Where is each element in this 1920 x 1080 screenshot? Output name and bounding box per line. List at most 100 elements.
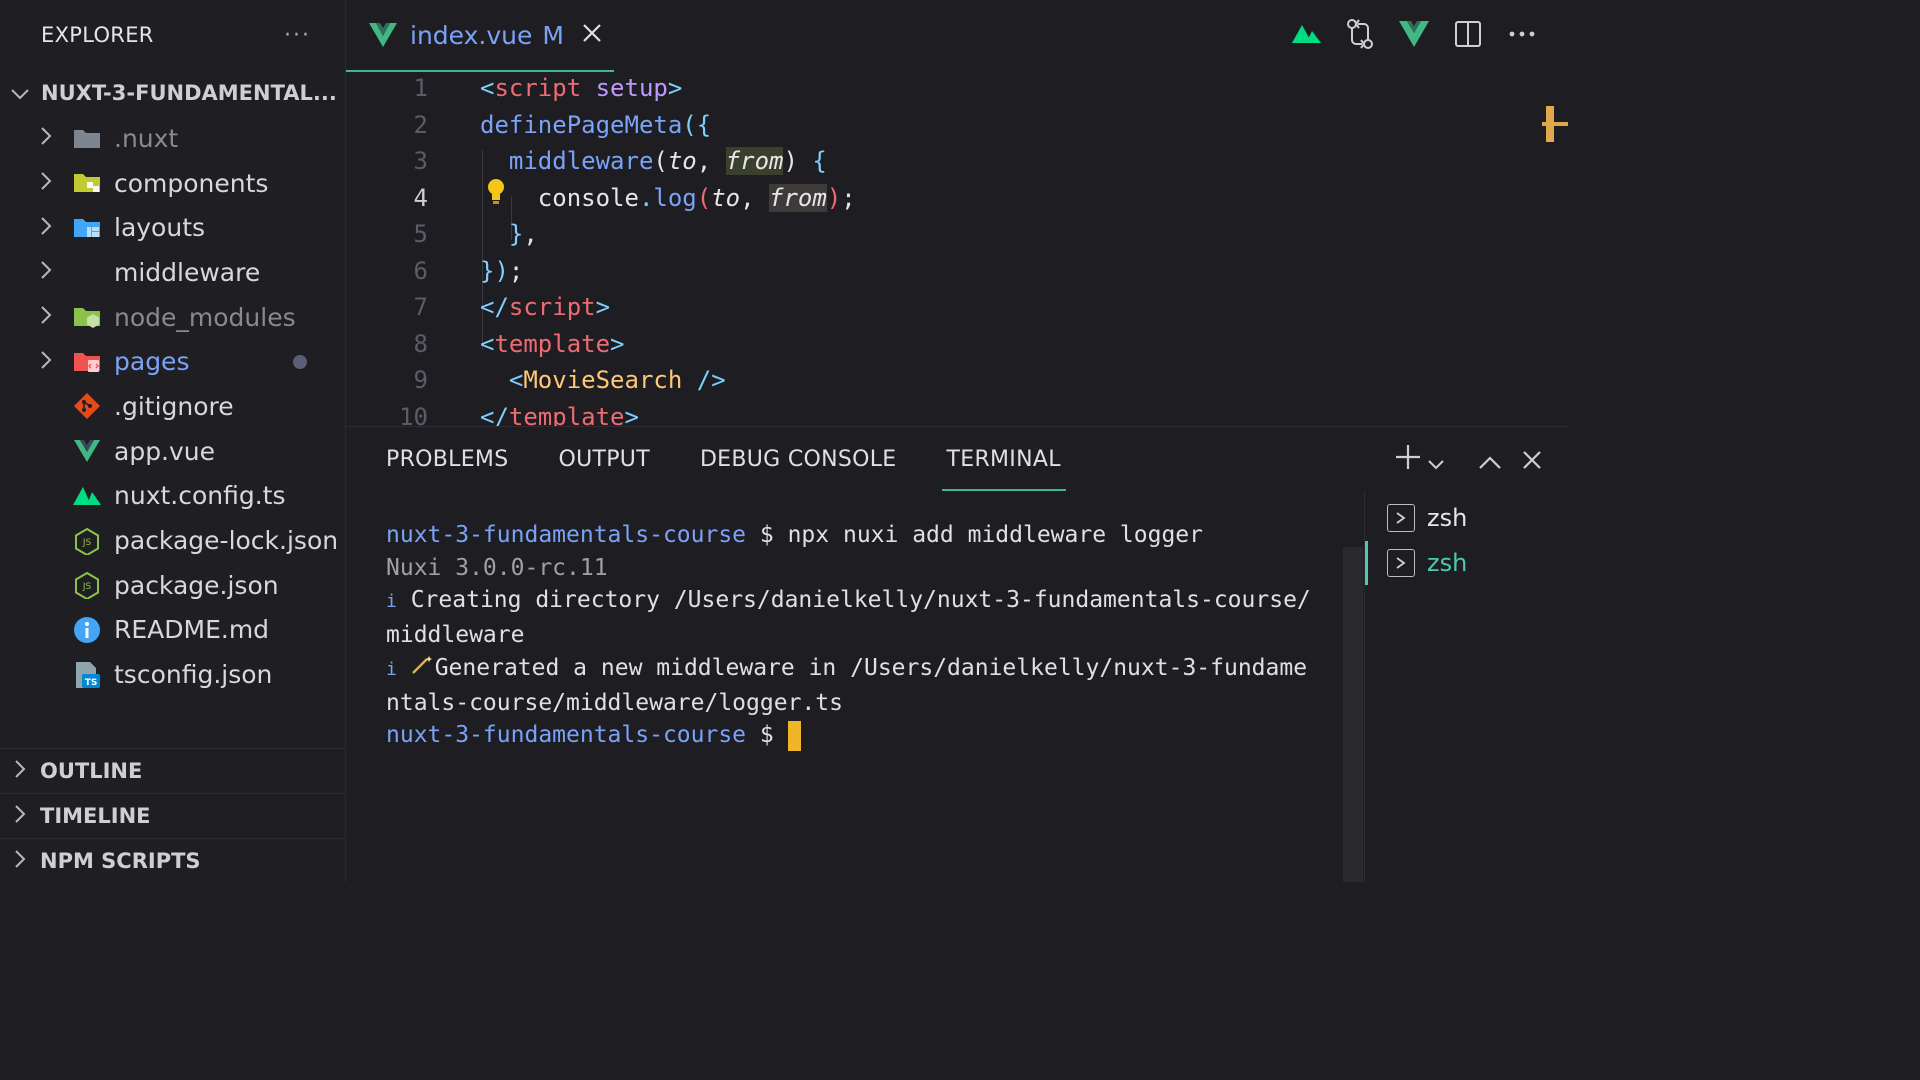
section-label: OUTLINE — [40, 759, 143, 783]
maximize-panel-icon[interactable] — [1478, 444, 1502, 477]
tab-terminal[interactable]: TERMINAL — [941, 427, 1067, 491]
new-terminal-icon[interactable] — [1394, 443, 1422, 478]
info-icon: i — [386, 591, 397, 613]
info-icon: i — [386, 658, 397, 680]
chevron-right-icon — [36, 350, 56, 374]
chevron-right-icon — [36, 305, 56, 329]
tree-item-label: package-lock.json — [114, 526, 339, 556]
git-compare-icon[interactable] — [1344, 16, 1376, 52]
folder-pages-icon — [72, 348, 102, 376]
vue-icon — [72, 437, 102, 465]
terminal-session-1[interactable]: zsh — [1387, 496, 1467, 540]
code-editor[interactable]: 1 <script setup> 2 definePageMeta({ 3 mi… — [346, 70, 1568, 426]
panel-tabs: PROBLEMS OUTPUT DEBUG CONSOLE TERMINAL — [386, 427, 1067, 491]
svg-text:TS: TS — [85, 678, 98, 688]
code-line: 5 }, — [346, 216, 538, 253]
terminal-cursor — [787, 720, 801, 751]
code-line: 10 </template> — [346, 399, 639, 426]
tree-item-label: middleware — [114, 257, 261, 287]
terminal-output[interactable]: nuxt-3-fundamentals-course $ npx nuxi ad… — [386, 519, 1326, 752]
tree-item-label: .nuxt — [114, 123, 179, 153]
section-outline[interactable]: OUTLINE — [0, 748, 345, 793]
chevron-down-icon[interactable] — [1428, 444, 1444, 477]
project-root[interactable]: NUXT-3-FUNDAMENTAL... — [0, 70, 345, 116]
tree-item-label: README.md — [114, 615, 270, 645]
tree-item-package-json[interactable]: JS package.json — [0, 563, 345, 608]
tree-item-layouts[interactable]: layouts — [0, 205, 345, 250]
tree-item-nuxt[interactable]: .nuxt — [0, 116, 345, 161]
terminal-scrollbar[interactable] — [1343, 547, 1363, 882]
tree-item-node-modules[interactable]: node_modules — [0, 295, 345, 340]
line-number: 10 — [399, 402, 428, 426]
code-line: 1 <script setup> — [346, 70, 683, 107]
terminal-session-list: zsh zsh — [1364, 491, 1568, 882]
lightbulb-icon[interactable] — [486, 178, 506, 206]
bottom-panel: PROBLEMS OUTPUT DEBUG CONSOLE TERMINAL n… — [346, 426, 1568, 882]
svg-text:JS: JS — [82, 582, 92, 592]
tab-label: index.vue — [410, 20, 533, 50]
editor-toolbar — [1290, 16, 1538, 52]
section-label: NPM SCRIPTS — [40, 849, 201, 873]
modified-dot — [293, 354, 307, 369]
tree-item-nuxt-config[interactable]: nuxt.config.ts — [0, 474, 345, 519]
tree-item-label: tsconfig.json — [114, 660, 273, 690]
more-actions-icon[interactable] — [1506, 16, 1538, 52]
code-line: 2 definePageMeta({ — [346, 107, 712, 144]
tree-item-gitignore[interactable]: .gitignore — [0, 384, 345, 429]
line-number: 2 — [413, 110, 428, 139]
tree-item-pages[interactable]: pages — [0, 339, 345, 384]
ts-config-icon: TS — [72, 661, 102, 689]
explorer-header: EXPLORER ··· — [0, 0, 345, 70]
folder-layouts-icon — [72, 214, 102, 242]
code-line: 3 middleware(to, from) { — [346, 143, 827, 180]
code-line: 8 <template> — [346, 326, 625, 363]
tree-item-package-lock[interactable]: JS package-lock.json — [0, 518, 345, 563]
close-panel-icon[interactable] — [1522, 444, 1542, 477]
explorer-title: EXPLORER — [41, 23, 154, 47]
terminal-line: i Creating directory /Users/danielkelly/… — [386, 587, 1311, 614]
tree-item-label: pages — [114, 347, 190, 377]
code-line: 4 console.log(to, from); — [346, 180, 856, 217]
chevron-right-icon — [10, 759, 30, 783]
chevron-right-icon — [36, 171, 56, 195]
chevron-down-icon — [10, 81, 30, 105]
tree-item-label: node_modules — [114, 302, 296, 332]
chevron-right-icon — [10, 849, 30, 873]
tree-item-components[interactable]: components — [0, 161, 345, 206]
nuxt-icon — [72, 482, 102, 510]
tree-item-label: components — [114, 168, 269, 198]
terminal-icon — [1387, 504, 1415, 532]
tab-index-vue[interactable]: index.vue M — [346, 0, 614, 72]
nuxt-icon[interactable] — [1290, 16, 1322, 52]
tree-item-readme[interactable]: README.md — [0, 608, 345, 653]
terminal-session-2[interactable]: zsh — [1387, 541, 1467, 585]
more-actions-icon[interactable]: ··· — [284, 23, 311, 48]
tab-debug-console[interactable]: DEBUG CONSOLE — [700, 427, 897, 491]
vue-icon — [368, 22, 398, 48]
tree-item-label: .gitignore — [114, 391, 234, 421]
tab-output[interactable]: OUTPUT — [558, 427, 649, 491]
terminal-icon — [1387, 549, 1415, 577]
code-line: 7 </script> — [346, 289, 611, 326]
line-number: 8 — [413, 329, 428, 358]
section-npm-scripts[interactable]: NPM SCRIPTS — [0, 838, 345, 883]
panel-actions — [1394, 443, 1542, 478]
close-icon[interactable] — [582, 20, 602, 50]
info-icon — [72, 616, 102, 644]
tree-item-tsconfig[interactable]: TS tsconfig.json — [0, 652, 345, 697]
folder-components-icon — [72, 169, 102, 197]
line-number: 1 — [413, 74, 428, 103]
git-icon — [72, 392, 102, 420]
line-number: 7 — [413, 293, 428, 322]
section-label: TIMELINE — [40, 804, 151, 828]
line-number: 5 — [413, 220, 428, 249]
split-editor-icon[interactable] — [1452, 16, 1484, 52]
tree-item-middleware[interactable]: middleware — [0, 250, 345, 295]
section-timeline[interactable]: TIMELINE — [0, 793, 345, 838]
session-label: zsh — [1427, 549, 1468, 577]
folder-node-icon — [72, 303, 102, 331]
vue-preview-icon[interactable] — [1398, 16, 1430, 52]
tree-item-app-vue[interactable]: app.vue — [0, 429, 345, 474]
explorer-sidebar: EXPLORER ··· NUXT-3-FUNDAMENTAL... .nuxt… — [0, 0, 346, 882]
tab-problems[interactable]: PROBLEMS — [386, 427, 508, 491]
